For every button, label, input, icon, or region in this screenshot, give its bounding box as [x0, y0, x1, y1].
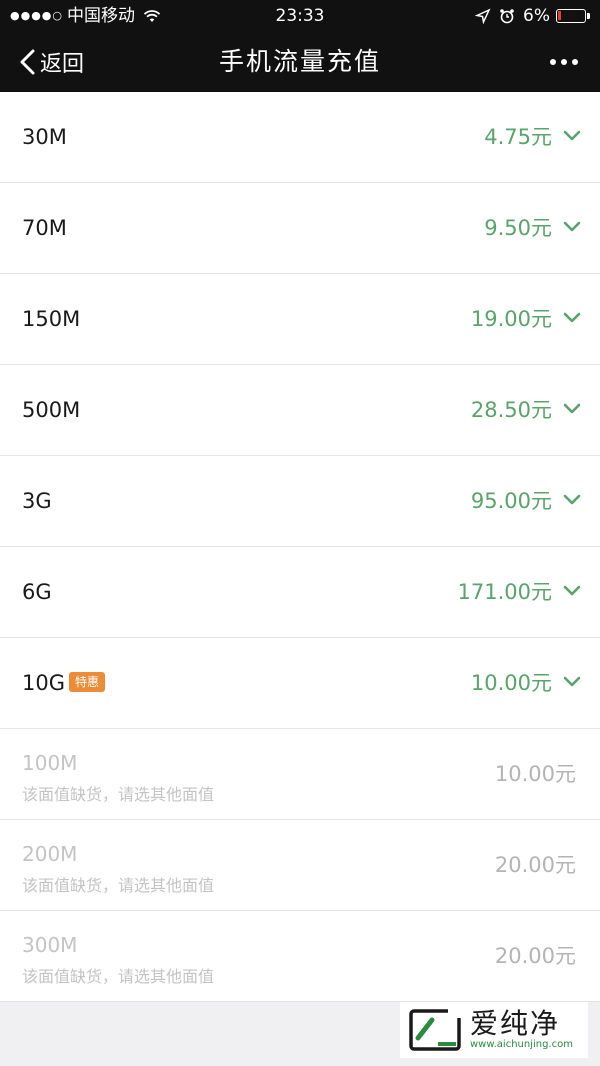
discount-badge: 特惠: [69, 672, 106, 692]
status-right: 6%: [475, 0, 590, 32]
watermark-brand: 爱纯净: [470, 1007, 561, 1040]
more-menu-button[interactable]: [545, 32, 578, 92]
package-price: 28.50元: [470, 398, 552, 422]
package-price: 171.00元: [457, 580, 552, 604]
package-row-10g[interactable]: 10G 特惠 10.00元: [0, 638, 600, 729]
package-list: 30M 4.75元 70M 9.50元 150M 19.00元 500M 28.…: [0, 92, 600, 1002]
watermark: 爱纯净 www.aichunjing.com: [400, 1002, 588, 1058]
package-row-30m[interactable]: 30M 4.75元: [0, 92, 600, 183]
watermark-logo-icon: [409, 1008, 462, 1051]
navigation-bar: 返回 手机流量充值: [0, 32, 600, 92]
package-row-150m[interactable]: 150M 19.00元: [0, 274, 600, 365]
package-size: 10G: [22, 671, 65, 695]
package-row-300m-unavailable: 300M 该面值缺货，请选其他面值 20.00元: [0, 911, 600, 1002]
package-row-6g[interactable]: 6G 171.00元: [0, 547, 600, 638]
package-price: 20.00元: [494, 853, 576, 877]
out-of-stock-note: 该面值缺货，请选其他面值: [22, 876, 215, 895]
chevron-down-icon: [563, 130, 581, 141]
battery-percent: 6%: [523, 6, 550, 26]
package-size: 30M: [22, 125, 67, 149]
package-size: 3G: [22, 489, 52, 513]
package-price: 4.75元: [484, 125, 552, 149]
package-price: 10.00元: [494, 762, 576, 786]
package-price: 20.00元: [494, 944, 576, 968]
package-price: 10.00元: [470, 671, 552, 695]
battery-icon: [556, 9, 590, 23]
package-size: 150M: [22, 307, 81, 331]
package-row-3g[interactable]: 3G 95.00元: [0, 456, 600, 547]
top-bar: ●●●●○ 中国移动 23:33 6% 返回 手机流量充值: [0, 0, 600, 92]
chevron-down-icon: [563, 494, 581, 505]
package-size: 300M: [22, 933, 78, 957]
chevron-down-icon: [563, 585, 581, 596]
watermark-url: www.aichunjing.com: [470, 1039, 573, 1050]
chevron-down-icon: [563, 221, 581, 232]
watermark-text: 爱纯净 www.aichunjing.com: [470, 1009, 573, 1051]
package-price: 9.50元: [484, 216, 552, 240]
package-price: 19.00元: [470, 307, 552, 331]
package-row-500m[interactable]: 500M 28.50元: [0, 365, 600, 456]
page-title: 手机流量充值: [218, 47, 381, 76]
more-dot-icon: [550, 59, 556, 65]
package-size: 100M: [22, 751, 78, 775]
package-row-200m-unavailable: 200M 该面值缺货，请选其他面值 20.00元: [0, 820, 600, 911]
out-of-stock-note: 该面值缺货，请选其他面值: [22, 785, 215, 804]
chevron-down-icon: [563, 676, 581, 687]
package-row-100m-unavailable: 100M 该面值缺货，请选其他面值 10.00元: [0, 729, 600, 820]
chevron-down-icon: [563, 403, 581, 414]
more-dot-icon: [561, 59, 567, 65]
package-size-with-badge: 10G 特惠: [22, 638, 106, 729]
package-row-70m[interactable]: 70M 9.50元: [0, 183, 600, 274]
package-size: 500M: [22, 398, 81, 422]
package-size: 6G: [22, 580, 52, 604]
location-arrow-icon: [475, 8, 491, 24]
package-size: 200M: [22, 842, 78, 866]
alarm-clock-icon: [500, 9, 514, 24]
more-dot-icon: [572, 59, 578, 65]
chevron-down-icon: [563, 312, 581, 323]
package-size: 70M: [22, 216, 67, 240]
package-price: 95.00元: [470, 489, 552, 513]
status-bar: ●●●●○ 中国移动 23:33 6%: [0, 0, 600, 32]
out-of-stock-note: 该面值缺货，请选其他面值: [22, 967, 215, 986]
